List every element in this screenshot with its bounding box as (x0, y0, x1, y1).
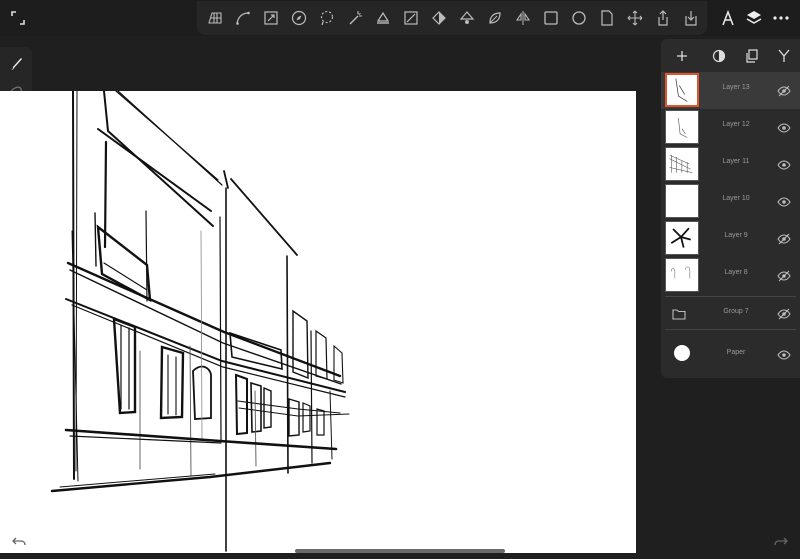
rectangle-icon[interactable] (543, 10, 559, 26)
symmetry-icon[interactable] (431, 10, 447, 26)
add-layer-icon[interactable] (674, 48, 690, 64)
eye-off-icon[interactable] (777, 232, 791, 245)
blend-mode-icon[interactable] (711, 48, 727, 64)
shape-diamond-icon[interactable] (459, 10, 475, 26)
compass-icon[interactable] (291, 10, 307, 26)
merge-icon[interactable] (776, 48, 792, 64)
folder-icon (672, 307, 686, 320)
ellipse-icon[interactable] (571, 10, 587, 26)
layer-row[interactable]: Layer 10 (661, 183, 800, 220)
layer-thumbnail (665, 110, 699, 144)
perspective-grid-icon[interactable] (207, 10, 223, 26)
pen-tool-icon[interactable] (719, 9, 737, 27)
layer-thumbnail (665, 221, 699, 255)
layer-thumbnail (665, 184, 699, 218)
curve-icon[interactable] (235, 10, 251, 26)
canvas-scrollbar[interactable] (295, 549, 505, 553)
layer-name: Layer 10 (722, 195, 750, 202)
layer-name: Layer 11 (722, 158, 750, 165)
layer-thumbnail (665, 258, 699, 292)
eye-icon[interactable] (777, 195, 791, 207)
layer-row[interactable]: Layer 11 (661, 146, 800, 183)
eye-off-icon[interactable] (777, 269, 791, 282)
layers-panel: Layer 13 Layer 12 Layer 11 Layer 10 Laye… (661, 39, 800, 378)
paper-name: Paper (726, 349, 746, 356)
paper-row[interactable]: Paper (661, 338, 800, 370)
ruler-icon[interactable] (403, 10, 419, 26)
move-icon[interactable] (627, 10, 643, 26)
eye-icon[interactable] (777, 158, 791, 170)
layer-thumbnail (665, 147, 699, 181)
layer-name: Layer 13 (722, 84, 750, 91)
fill-bucket-icon[interactable] (375, 10, 391, 26)
drawing-canvas[interactable] (0, 91, 636, 553)
eye-off-icon[interactable] (777, 307, 791, 320)
group-row[interactable]: Group 7 (661, 297, 800, 329)
layer-row[interactable]: Layer 13 (661, 72, 800, 109)
document-icon[interactable] (599, 10, 615, 26)
eye-icon[interactable] (777, 348, 791, 360)
share-icon[interactable] (655, 10, 671, 26)
layers-icon[interactable] (745, 9, 763, 27)
redo-icon[interactable] (774, 535, 788, 549)
layer-name: Layer 8 (724, 269, 748, 276)
eye-off-icon[interactable] (777, 84, 791, 97)
duplicate-icon[interactable] (744, 48, 760, 64)
divider (665, 329, 796, 330)
group-name: Group 7 (723, 308, 749, 315)
paper-color-swatch[interactable] (674, 345, 690, 361)
import-icon[interactable] (683, 10, 699, 26)
collapse-icon[interactable] (9, 9, 27, 27)
toolbar (197, 1, 707, 35)
layer-name: Layer 9 (724, 232, 748, 239)
more-icon[interactable] (772, 9, 790, 27)
undo-icon[interactable] (12, 535, 26, 549)
eye-icon[interactable] (777, 121, 791, 133)
sketch-artwork (50, 91, 350, 552)
mirror-icon[interactable] (515, 10, 531, 26)
leaf-brush-icon[interactable] (487, 10, 503, 26)
transform-icon[interactable] (263, 10, 279, 26)
layer-name: Layer 12 (722, 121, 750, 128)
layer-row[interactable]: Layer 12 (661, 109, 800, 146)
lasso-select-icon[interactable] (319, 10, 335, 26)
brush-icon[interactable] (7, 55, 25, 73)
layer-thumbnail (665, 73, 699, 107)
magic-wand-icon[interactable] (347, 10, 363, 26)
layer-row[interactable]: Layer 8 (661, 257, 800, 294)
layer-row[interactable]: Layer 9 (661, 220, 800, 257)
